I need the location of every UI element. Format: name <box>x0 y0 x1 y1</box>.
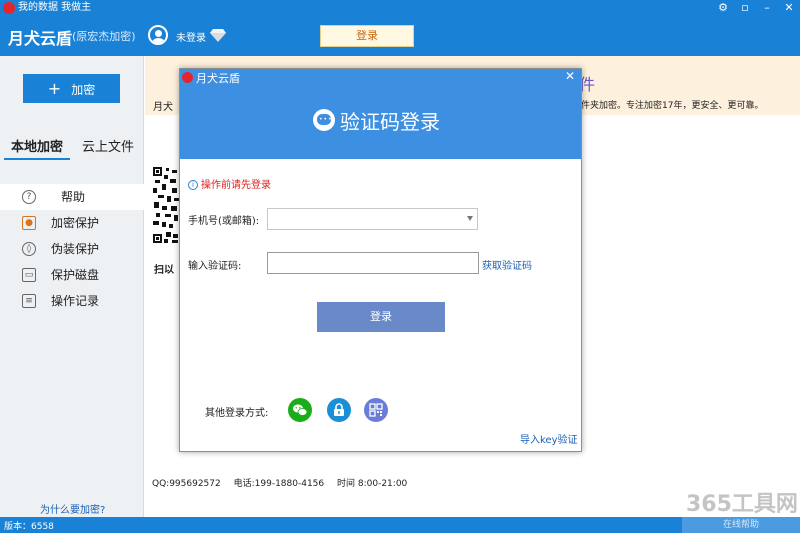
contact-phone: 电话:199-1880-4156 <box>233 479 325 489</box>
login-submit-button[interactable]: 登录 <box>317 302 445 332</box>
phone-input[interactable] <box>267 208 478 230</box>
version-label: 版本：6558 <box>4 522 54 532</box>
sidebar-nav: ? 帮助 ● 加密保护 ◊ 伪装保护 ▭ 保护磁盘 ≡ 操作记录 <box>0 184 144 314</box>
why-encrypt-link[interactable]: 为什么要加密? <box>40 501 105 516</box>
sidebar-tabs: 本地加密 云上文件 <box>0 130 144 160</box>
sidebar: + 加密 本地加密 云上文件 ? 帮助 ● 加密保护 ◊ 伪装保护 ▭ 保护磁盘 … <box>0 56 144 517</box>
wechat-login-icon[interactable] <box>288 398 312 422</box>
banner-text-left: 月犬 <box>153 102 173 113</box>
chevron-down-icon[interactable] <box>467 216 473 221</box>
sidebar-item-label: 伪装保护 <box>51 242 100 256</box>
status-bar: 版本：6558 在线帮助 <box>0 517 800 533</box>
sidebar-item-operation-log[interactable]: ≡ 操作记录 <box>0 288 144 314</box>
skin-icon[interactable]: ▫ <box>736 0 754 16</box>
login-warning: i 操作前请先登录 <box>188 176 271 191</box>
password-login-lock-icon[interactable] <box>327 398 351 422</box>
brand-name: 月犬云盾 <box>8 29 73 48</box>
encrypt-button[interactable]: + 加密 <box>23 74 120 103</box>
dialog-close-icon[interactable]: ✕ <box>565 69 575 83</box>
banner-text-right: 件夹加密。专注加密17年，更安全、更可靠。 <box>581 101 764 111</box>
tab-local-encrypt[interactable]: 本地加密 <box>11 136 63 155</box>
verification-code-input[interactable] <box>267 252 479 274</box>
active-tab-indicator <box>4 158 70 160</box>
contact-qq: QQ:995692572 <box>152 479 221 489</box>
title-bar: 我的数据 我做主 ⚙ ▫ – ✕ <box>0 0 800 16</box>
online-help-button[interactable]: 在线帮助 <box>682 517 800 533</box>
plus-icon: + <box>47 79 62 98</box>
sidebar-item-help[interactable]: ? 帮助 <box>0 184 144 210</box>
login-warning-text: 操作前请先登录 <box>201 180 271 191</box>
dialog-app-name: 月犬云盾 <box>196 72 240 85</box>
shield-icon: ◊ <box>22 242 36 256</box>
login-dialog: 月犬云盾 ✕ ••• 验证码登录 i 操作前请先登录 手机号(或邮箱): 输入验证… <box>179 68 582 452</box>
dialog-title: 验证码登录 <box>340 110 440 134</box>
window-title: 我的数据 我做主 <box>18 2 92 13</box>
sidebar-item-protect-disk[interactable]: ▭ 保护磁盘 <box>0 262 144 288</box>
login-status[interactable]: 未登录 <box>176 29 206 44</box>
phone-label: 手机号(或邮箱): <box>188 216 260 227</box>
sidebar-item-encrypt-protect[interactable]: ● 加密保护 <box>0 210 144 236</box>
sidebar-item-label: 加密保护 <box>51 216 100 230</box>
import-key-link[interactable]: 导入key验证 <box>520 431 578 446</box>
tab-cloud-files[interactable]: 云上文件 <box>82 136 134 155</box>
site-watermark: 365工具网 <box>686 492 798 517</box>
vip-diamond-icon[interactable] <box>210 28 226 42</box>
sidebar-item-label: 操作记录 <box>51 294 100 308</box>
disk-icon: ▭ <box>22 268 36 282</box>
header-login-button[interactable]: 登录 <box>320 25 414 47</box>
app-header: 月犬云盾 (原宏杰加密) 未登录 登录 <box>0 16 800 56</box>
brand-subtitle: (原宏杰加密) <box>72 30 136 43</box>
minimize-button[interactable]: – <box>758 0 776 16</box>
dialog-header: 月犬云盾 ✕ ••• 验证码登录 <box>180 69 581 159</box>
info-icon: i <box>188 180 198 190</box>
sidebar-item-label: 帮助 <box>61 190 86 204</box>
message-bubble-icon: ••• <box>313 109 335 131</box>
other-login-label: 其他登录方式: <box>205 408 269 419</box>
scan-instruction: 扫以 <box>154 265 174 276</box>
qr-login-icon[interactable] <box>364 398 388 422</box>
help-icon: ? <box>22 190 36 204</box>
contact-info: QQ:995692572 电话:199-1880-4156 时间 8:00-21… <box>152 476 417 489</box>
encrypt-button-label: 加密 <box>71 83 96 97</box>
lock-icon: ● <box>22 216 36 230</box>
clipboard-icon: ≡ <box>22 294 36 308</box>
settings-gear-icon[interactable]: ⚙ <box>714 0 732 16</box>
qr-code-icon <box>152 166 180 244</box>
avatar-icon[interactable] <box>148 25 168 45</box>
sidebar-item-label: 保护磁盘 <box>51 268 100 282</box>
code-label: 输入验证码: <box>188 261 242 272</box>
app-logo-icon <box>3 2 15 14</box>
contact-hours: 时间 8:00-21:00 <box>337 479 408 489</box>
sidebar-item-disguise-protect[interactable]: ◊ 伪装保护 <box>0 236 144 262</box>
dialog-app-logo-icon <box>182 72 193 83</box>
get-code-link[interactable]: 获取验证码 <box>482 257 532 272</box>
close-window-button[interactable]: ✕ <box>780 0 798 16</box>
